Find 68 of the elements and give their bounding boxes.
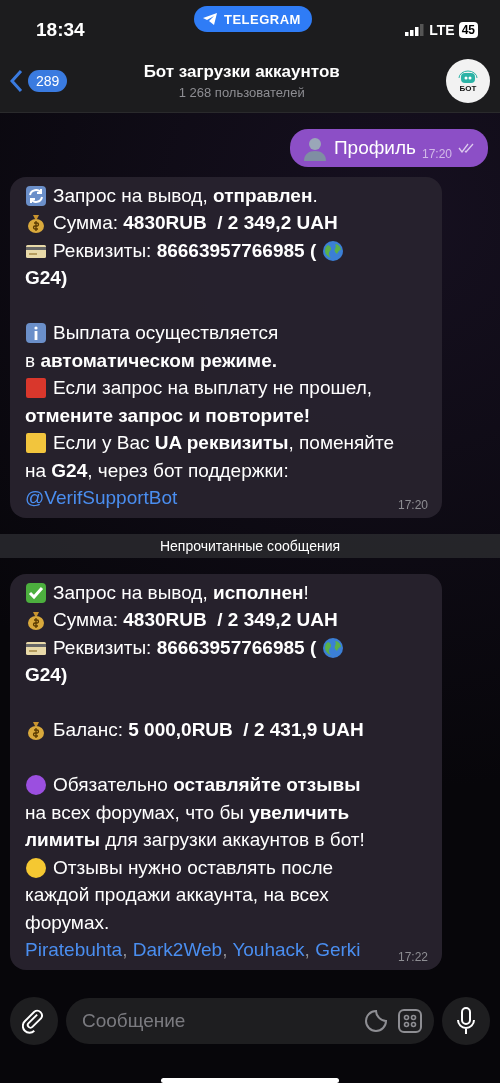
globe-icon xyxy=(322,239,345,262)
message-text: Реквизиты: 86663957766985 ( xyxy=(53,239,317,262)
back-chevron-icon xyxy=(10,69,24,93)
message-text: Если у Вас UA реквизиты, поменяйте xyxy=(53,432,394,455)
link[interactable]: Youhack xyxy=(232,939,305,961)
square-icon xyxy=(25,377,47,400)
microphone-button[interactable] xyxy=(442,997,490,1045)
square-icon xyxy=(25,432,47,455)
refresh-icon xyxy=(25,184,47,207)
sticker-icon[interactable] xyxy=(364,1009,388,1033)
unread-count: 289 xyxy=(28,70,68,92)
message-text: Запрос на вывод, исполнен! xyxy=(53,581,309,604)
chat-title: Бот загрузки аккаунтов xyxy=(143,62,340,82)
back-button[interactable]: 289 xyxy=(10,69,68,93)
comma-text: , xyxy=(304,939,310,961)
message-text: каждой продажи аккаунта, на всех xyxy=(25,884,329,907)
message-text: Запрос на вывод, отправлен. xyxy=(53,184,318,207)
message-text: Обязательно оставляйте отзывы xyxy=(53,774,361,797)
app-pill[interactable]: TELEGRAM xyxy=(194,6,312,32)
message-time: 17:22 xyxy=(397,950,428,964)
chat-subtitle: 1 268 пользователей xyxy=(178,85,305,100)
message-text: G24) xyxy=(25,664,68,687)
money-bag-icon xyxy=(25,719,47,742)
message-text: Если запрос на выплату не прошел, xyxy=(53,377,373,400)
link[interactable]: Gerki xyxy=(315,939,361,961)
link[interactable]: Piratebuhta xyxy=(25,939,123,961)
clock: 18:34 xyxy=(36,19,85,41)
message-text: Баланс: 5 000,0RUB / 2 431,9 UAH xyxy=(53,719,364,742)
comma-text: , xyxy=(122,939,128,961)
comma-text: , xyxy=(222,939,228,961)
robot-icon xyxy=(458,69,478,84)
message-text: Реквизиты: 86663957766985 ( xyxy=(53,636,317,659)
signal-icon xyxy=(405,24,426,36)
battery-level: 45 xyxy=(458,22,478,38)
microphone-icon xyxy=(456,1007,476,1035)
message-text: Отзывы нужно оставлять после xyxy=(53,856,334,879)
message-input[interactable]: Сообщение xyxy=(80,1009,354,1033)
info-icon xyxy=(25,322,47,345)
apps-icon[interactable] xyxy=(398,1009,422,1033)
message-time: 17:20 xyxy=(421,147,452,161)
message-text: Сумма: 4830RUB / 2 349,2 UAH xyxy=(53,609,338,632)
avatar-label: БОТ xyxy=(459,83,477,93)
message-field[interactable]: Сообщение xyxy=(66,998,434,1044)
message-time: 17:20 xyxy=(397,498,428,512)
message-text: отмените запрос и повторите! xyxy=(25,404,311,427)
bot-avatar[interactable]: БОТ xyxy=(446,59,490,103)
money-bag-icon xyxy=(25,609,47,632)
paperclip-icon xyxy=(22,1008,46,1034)
message-text: Выплата осуществляется xyxy=(53,322,279,345)
message-text: лимиты для загрузки аккаунтов в бот! xyxy=(25,829,365,852)
link[interactable]: Dark2Web xyxy=(132,939,223,961)
link[interactable]: @VerifSupportBot xyxy=(25,487,178,509)
globe-icon xyxy=(322,636,345,659)
circle-icon xyxy=(25,774,47,797)
check-icon xyxy=(25,581,47,604)
money-bag-icon xyxy=(25,212,47,235)
message-text: форумах. xyxy=(25,911,110,934)
message-text: на всех форумах, что бы увеличить xyxy=(25,801,350,824)
message-text: Профиль xyxy=(333,137,416,159)
circle-icon xyxy=(25,856,47,879)
attach-button[interactable] xyxy=(10,997,58,1045)
paper-plane-icon xyxy=(202,12,218,26)
message-text: на G24, через бот поддержки: xyxy=(25,459,289,482)
person-icon xyxy=(301,135,328,161)
message-text: в автоматическом режиме. xyxy=(25,349,277,372)
message-text: G24) xyxy=(25,267,68,290)
network-label: LTE xyxy=(429,22,455,38)
message-text: Сумма: 4830RUB / 2 349,2 UAH xyxy=(53,212,338,235)
